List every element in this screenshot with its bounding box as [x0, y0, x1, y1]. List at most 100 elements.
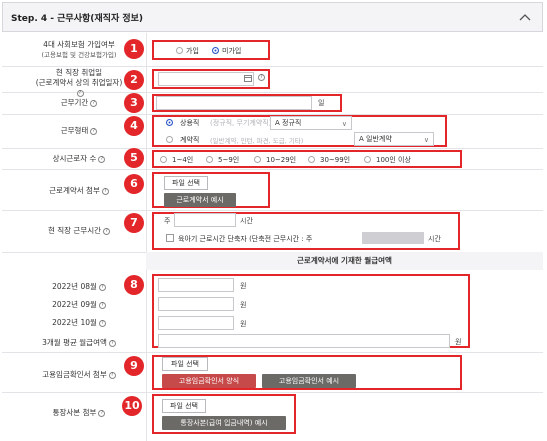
- wage-average-unit: 원: [455, 338, 462, 346]
- step-badge-8: 8: [124, 275, 144, 295]
- employment-contract-select[interactable]: A 일반계약 ∨: [354, 132, 434, 146]
- wage-month1-input[interactable]: [158, 278, 234, 292]
- work-period-input[interactable]: [156, 96, 312, 110]
- bankbook-attach-label-text: 통장사본 첨부: [52, 408, 97, 417]
- hire-date-input[interactable]: [158, 72, 254, 86]
- childcare-text: 육아기 근로시간 단축자 (단축전 근무시간 : 주: [178, 235, 313, 243]
- wage-attach-label: 고용임금확인서 첨부?: [14, 370, 144, 380]
- step-badge-9: 9: [124, 356, 144, 376]
- employment-type-label-text: 근무형태: [60, 126, 89, 135]
- bankbook-example-button[interactable]: 통장사본(급여 입금내역) 예시: [162, 416, 286, 430]
- wage-file-button[interactable]: 파일 선택: [162, 357, 208, 371]
- childcare-checkbox[interactable]: [166, 234, 174, 242]
- wage-month3-label: 2022년 10월?: [14, 318, 144, 328]
- employment-regular-hint: (정규직, 무기계약직): [210, 119, 272, 127]
- insurance-no-label: 미가입: [222, 47, 242, 55]
- help-icon[interactable]: ?: [90, 99, 98, 107]
- step-badge-6: 6: [124, 174, 144, 194]
- childcare-hours-input[interactable]: [362, 232, 424, 244]
- help-icon[interactable]: ?: [98, 301, 106, 309]
- step-badge-4: 4: [124, 116, 144, 136]
- wage-average-label: 3개월 평균 월급여액?: [14, 338, 144, 348]
- help-icon[interactable]: ?: [76, 89, 84, 97]
- help-icon[interactable]: ?: [103, 227, 111, 235]
- wage-month1-label-text: 2022년 08월: [52, 282, 97, 291]
- employment-contract-radio[interactable]: [166, 136, 173, 143]
- contract-attach-label-text: 근로계약서 첨부: [49, 186, 100, 195]
- employment-regular-label: 상용직: [180, 119, 200, 127]
- work-period-label-text: 근무기간: [60, 98, 89, 107]
- wage-month3-unit: 원: [240, 320, 247, 328]
- childcare-unit: 시간: [428, 235, 441, 243]
- employees-opt4-radio[interactable]: [308, 156, 315, 163]
- section-header[interactable]: Step. 4 - 근무사항(재직자 정보): [2, 2, 543, 32]
- employees-opt1-radio[interactable]: [160, 156, 167, 163]
- employees-opt2-label: 5~9인: [218, 156, 240, 164]
- wage-month2-input[interactable]: [158, 297, 234, 311]
- contract-file-button[interactable]: 파일 선택: [164, 176, 208, 190]
- work-period-unit: 일: [318, 99, 325, 107]
- wage-attach-label-text: 고용임금확인서 첨부: [42, 370, 107, 379]
- employees-opt3-radio[interactable]: [254, 156, 261, 163]
- wage-month2-label-text: 2022년 09월: [52, 300, 97, 309]
- row-divider: [2, 169, 543, 170]
- wage-section-title: 근로계약서에 기재한 월급여액: [146, 252, 543, 270]
- row-divider: [2, 392, 543, 393]
- insurance-yes-radio[interactable]: [176, 47, 183, 54]
- help-icon[interactable]: ?: [101, 187, 109, 195]
- employment-regular-select-value: A 정규직: [275, 119, 302, 127]
- help-icon[interactable]: ?: [98, 409, 106, 417]
- insurance-yes-label: 가입: [186, 47, 199, 55]
- step-badge-3: 3: [124, 93, 144, 113]
- wage-average-label-text: 3개월 평균 월급여액: [42, 338, 107, 347]
- wage-average-input[interactable]: [158, 334, 450, 348]
- wage-month1-unit: 원: [240, 282, 247, 290]
- chevron-down-icon: ∨: [423, 136, 429, 144]
- step-badge-5: 5: [124, 148, 144, 168]
- employees-opt4-label: 30~99인: [320, 156, 351, 164]
- work-hours-input[interactable]: [174, 213, 236, 227]
- employment-contract-select-value: A 일반계약: [359, 135, 392, 143]
- help-icon[interactable]: ?: [108, 339, 116, 347]
- wage-month3-input[interactable]: [158, 316, 234, 330]
- wage-example-button[interactable]: 고용임금확인서 예시: [262, 374, 356, 388]
- highlight-box-1: [152, 40, 270, 60]
- employees-opt2-radio[interactable]: [206, 156, 213, 163]
- help-icon[interactable]: ?: [90, 127, 98, 135]
- row-divider: [2, 148, 543, 149]
- work-hours-label-text: 현 직장 근무시간: [47, 226, 102, 235]
- step4-form: Step. 4 - 근무사항(재직자 정보) 4대 사회보험 가입여부 (고용보…: [0, 0, 547, 441]
- step-badge-10: 10: [122, 396, 142, 416]
- step-badge-7: 7: [124, 213, 144, 233]
- employment-regular-select[interactable]: A 정규직 ∨: [270, 116, 352, 130]
- employees-opt3-label: 10~29인: [266, 156, 297, 164]
- employment-contract-label: 계약직: [180, 136, 200, 144]
- wage-month3-label-text: 2022년 10월: [52, 318, 97, 327]
- row-divider: [2, 210, 543, 211]
- help-icon[interactable]: ?: [98, 283, 106, 291]
- row-divider: [2, 352, 543, 353]
- section-title: Step. 4 - 근무사항(재직자 정보): [11, 13, 144, 24]
- work-hours-prefix: 주: [164, 217, 171, 225]
- row-divider: [2, 66, 543, 67]
- calendar-icon[interactable]: [244, 74, 252, 82]
- wage-month2-label: 2022년 09월?: [14, 300, 144, 310]
- help-icon[interactable]: ?: [98, 155, 106, 163]
- chevron-down-icon: ∨: [341, 120, 347, 128]
- employees-opt5-label: 100인 이상: [376, 156, 411, 164]
- insurance-no-radio[interactable]: [212, 47, 219, 54]
- employment-regular-radio[interactable]: [166, 119, 173, 126]
- employees-opt5-radio[interactable]: [364, 156, 371, 163]
- wage-month2-unit: 원: [240, 301, 247, 309]
- step-badge-1: 1: [124, 39, 144, 59]
- label-column-divider: [146, 33, 147, 441]
- wage-form-button[interactable]: 고용임금확인서 양식: [162, 374, 256, 388]
- employees-label-text: 상시근로자 수: [52, 154, 97, 163]
- help-icon[interactable]: ?: [258, 74, 265, 81]
- bankbook-file-button[interactable]: 파일 선택: [162, 399, 206, 413]
- help-icon[interactable]: ?: [108, 371, 116, 379]
- help-icon[interactable]: ?: [98, 319, 106, 327]
- contract-example-button[interactable]: 근로계약서 예시: [164, 193, 236, 207]
- chevron-up-icon[interactable]: [518, 11, 532, 23]
- step-badge-2: 2: [124, 70, 144, 90]
